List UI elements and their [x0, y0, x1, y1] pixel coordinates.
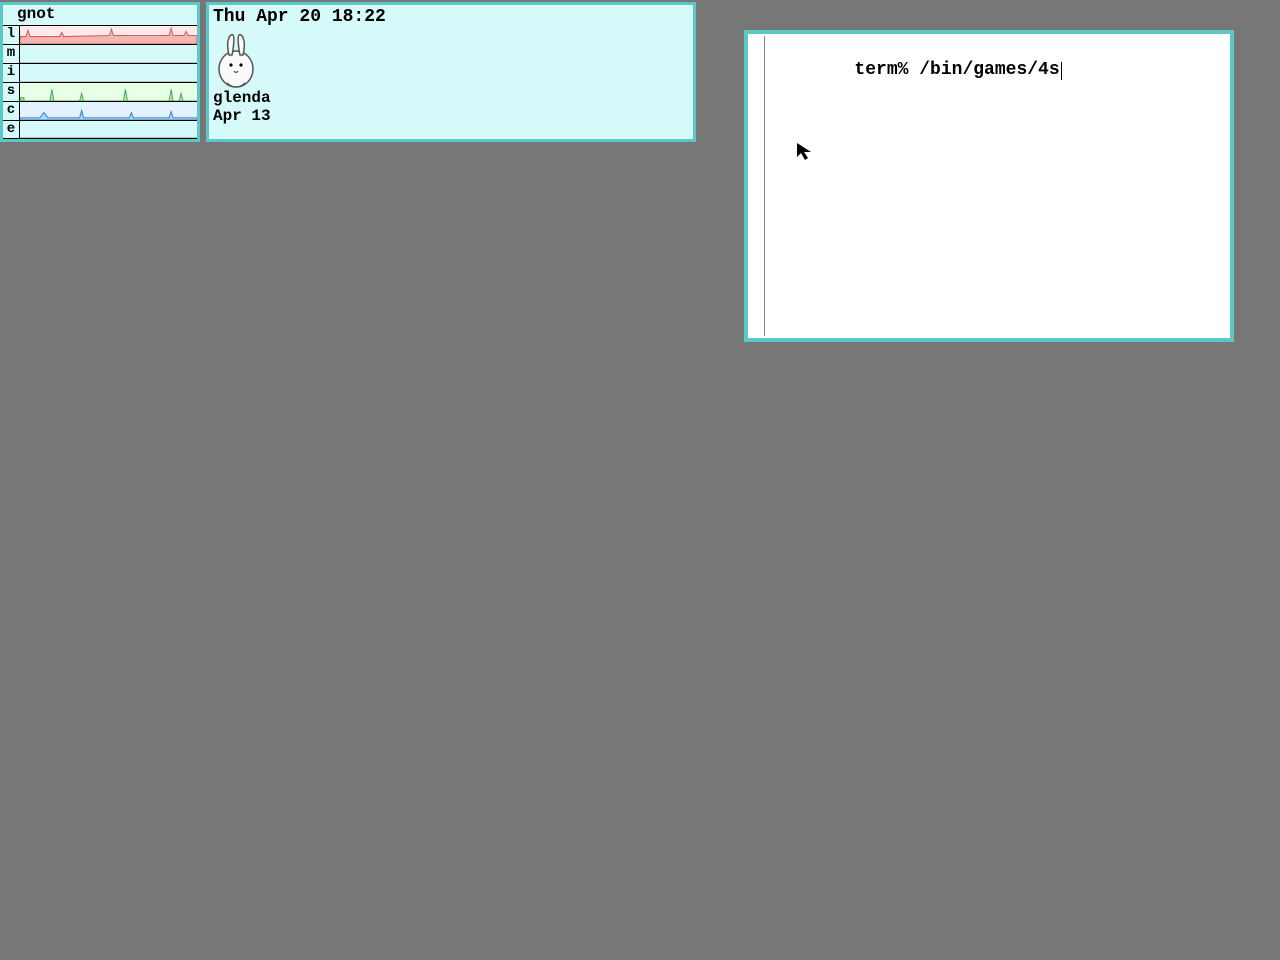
faces-datetime: Thu Apr 20 18:22	[209, 5, 693, 29]
stat-row-c: c	[3, 101, 197, 120]
stats-window[interactable]: gnot lmisce	[0, 2, 200, 142]
terminal-command[interactable]: /bin/games/4s	[919, 60, 1059, 80]
face-entry[interactable]: glendaApr 13	[209, 29, 271, 125]
stat-label: i	[3, 64, 20, 82]
stats-rows: lmisce	[3, 25, 197, 139]
faces-window[interactable]: Thu Apr 20 18:22 glendaApr 13	[206, 2, 696, 142]
stat-graph	[20, 26, 197, 44]
stat-row-m: m	[3, 44, 197, 63]
text-cursor-icon	[1061, 62, 1063, 80]
stat-label: m	[3, 45, 20, 63]
stat-label: c	[3, 102, 20, 120]
stat-row-l: l	[3, 25, 197, 44]
stat-graph	[20, 121, 197, 138]
stat-row-i: i	[3, 63, 197, 82]
stats-window-title: gnot	[3, 5, 197, 25]
stat-graph	[20, 102, 197, 120]
mouse-cursor-icon	[796, 142, 816, 162]
glenda-bunny-icon	[213, 29, 259, 89]
terminal-content[interactable]: term% /bin/games/4s	[768, 40, 1224, 100]
stat-label: l	[3, 26, 20, 44]
terminal-window[interactable]: term% /bin/games/4s	[744, 30, 1234, 342]
desktop-background[interactable]: gnot lmisce Thu Apr 20 18:22 glendaApr 1…	[0, 0, 1280, 960]
faces-list: glendaApr 13	[209, 29, 693, 125]
stat-graph	[20, 45, 197, 63]
stat-graph	[20, 64, 197, 82]
stat-row-s: s	[3, 82, 197, 101]
stat-graph	[20, 83, 197, 101]
stat-label: e	[3, 121, 20, 138]
terminal-scrollbar[interactable]	[750, 36, 765, 336]
stat-row-e: e	[3, 120, 197, 139]
stat-label: s	[3, 83, 20, 101]
terminal-prompt: term%	[854, 60, 919, 80]
face-name: glenda	[213, 89, 271, 107]
face-date: Apr 13	[213, 107, 271, 125]
